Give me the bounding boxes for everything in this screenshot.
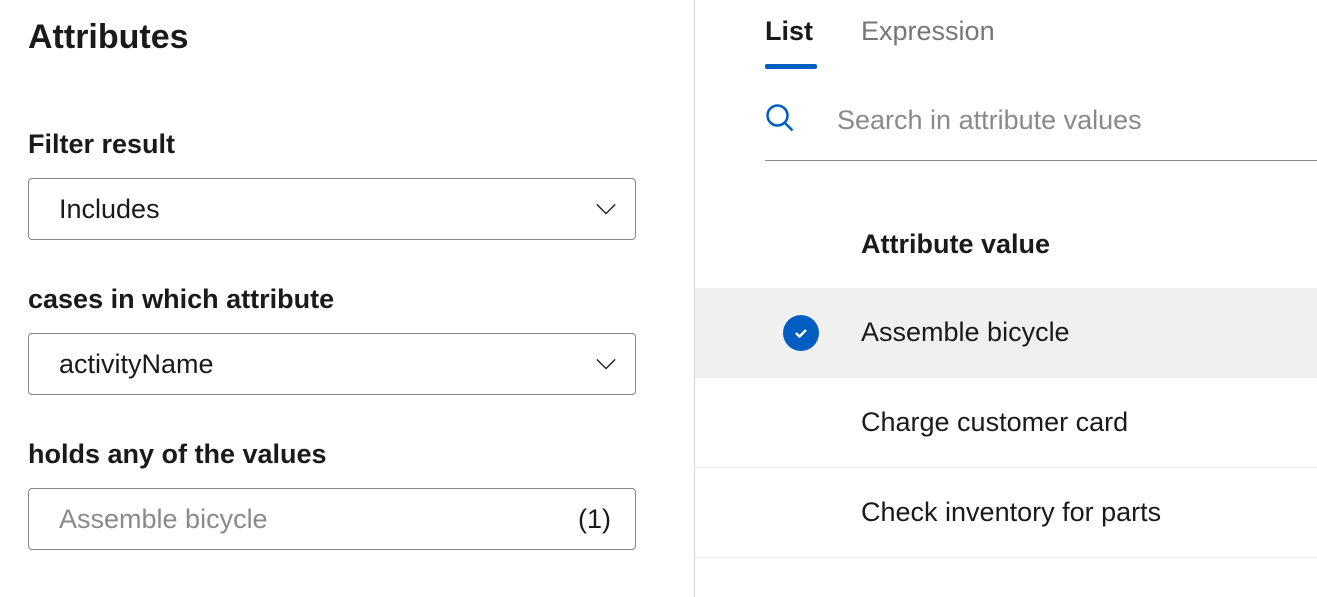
tab-expression[interactable]: Expression: [861, 16, 995, 69]
search-input[interactable]: [837, 105, 1317, 136]
page-title: Attributes: [28, 18, 666, 57]
filter-result-label: Filter result: [28, 129, 666, 160]
chevron-down-icon: [595, 353, 617, 375]
tab-list[interactable]: List: [765, 16, 813, 69]
cases-attribute-value: activityName: [59, 349, 214, 380]
value-text: Assemble bicycle: [861, 317, 1070, 348]
value-text: Charge customer card: [861, 407, 1128, 438]
holds-values-count: (1): [578, 504, 611, 535]
holds-values-input[interactable]: Assemble bicycle (1): [28, 488, 636, 550]
tabs: List Expression: [695, 16, 1317, 69]
search-row: [765, 69, 1317, 161]
column-header: Attribute value: [695, 161, 1317, 288]
filter-result-value: Includes: [59, 194, 160, 225]
filter-result-dropdown[interactable]: Includes: [28, 178, 636, 240]
search-icon: [765, 103, 795, 138]
holds-values-group: holds any of the values Assemble bicycle…: [28, 439, 666, 550]
value-list: Assemble bicycle Charge customer card Ch…: [695, 288, 1317, 558]
cases-attribute-label: cases in which attribute: [28, 284, 666, 315]
holds-values-label: holds any of the values: [28, 439, 666, 470]
chevron-down-icon: [595, 198, 617, 220]
value-row[interactable]: Assemble bicycle: [695, 288, 1317, 378]
cases-attribute-dropdown[interactable]: activityName: [28, 333, 636, 395]
check-icon: [783, 315, 819, 351]
value-text: Check inventory for parts: [861, 497, 1161, 528]
value-row[interactable]: Charge customer card: [695, 378, 1317, 468]
cases-attribute-group: cases in which attribute activityName: [28, 284, 666, 395]
holds-values-text: Assemble bicycle: [59, 504, 268, 535]
filter-result-group: Filter result Includes: [28, 129, 666, 240]
value-row[interactable]: Check inventory for parts: [695, 468, 1317, 558]
